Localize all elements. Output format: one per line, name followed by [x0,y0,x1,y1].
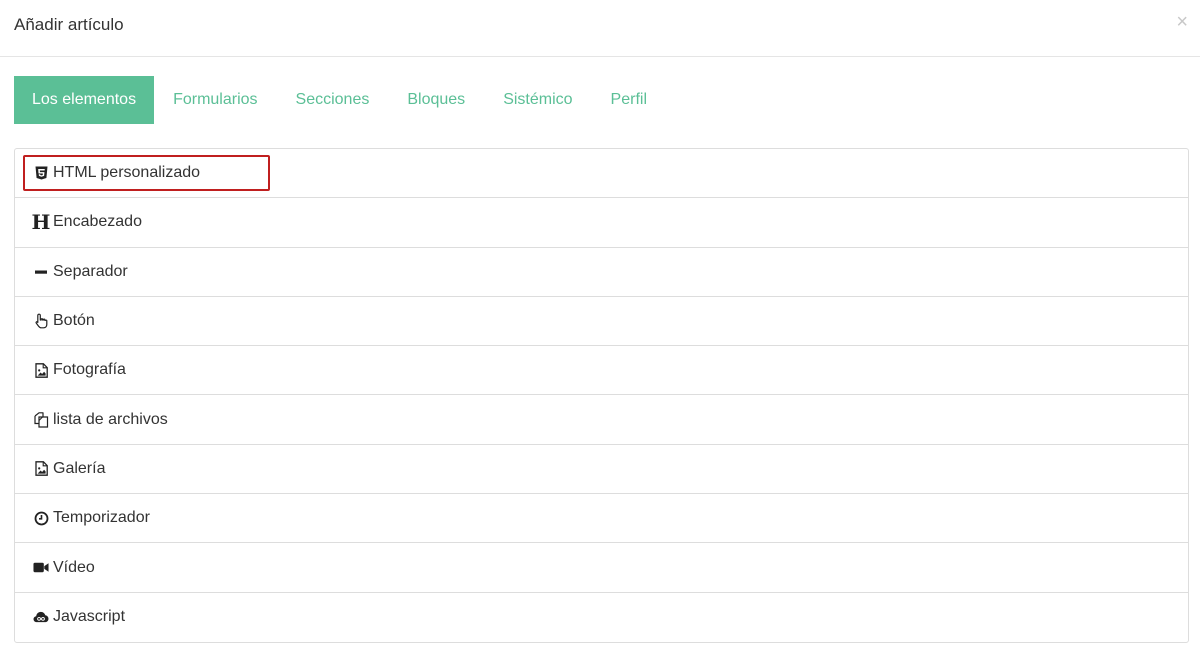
tab-bar: Los elementos Formularios Secciones Bloq… [14,76,666,124]
list-item-label: lista de archivos [53,410,168,428]
list-item-label: Galería [53,459,106,477]
video-camera-icon [33,560,49,576]
modal-header: Añadir artículo × [0,0,1200,57]
list-item-javascript[interactable]: Javascript [15,593,1188,642]
list-item-label: HTML personalizado [53,164,201,182]
list-item-label: Separador [53,262,128,280]
modal-title: Añadir artículo [14,15,124,34]
files-icon [33,411,49,428]
list-item-button[interactable]: Botón [15,297,1188,347]
image-file-icon [33,461,49,477]
close-button[interactable]: × [1176,12,1188,32]
heading-icon: H [31,210,51,235]
hand-pointer-icon [33,313,49,329]
list-item-timer[interactable]: Temporizador [15,494,1188,544]
element-list: HTML personalizado H Encabezado Separado… [14,148,1189,643]
tab-elements[interactable]: Los elementos [14,76,155,124]
minus-icon [33,264,49,280]
list-item-label: Botón [53,312,95,330]
tab-sections[interactable]: Secciones [277,76,389,124]
list-item-label: Temporizador [53,509,150,527]
list-item-gallery[interactable]: Galería [15,445,1188,495]
cloud-icon [33,609,49,625]
list-item-label: Javascript [53,608,126,626]
list-item-label: Encabezado [53,213,142,231]
list-item-file-list[interactable]: lista de archivos [15,395,1188,445]
list-item-photo[interactable]: Fotografía [15,346,1188,396]
list-item-separator[interactable]: Separador [15,248,1188,297]
tab-profile[interactable]: Perfil [592,76,666,124]
list-item-heading[interactable]: H Encabezado [15,198,1188,248]
tab-systemic[interactable]: Sistémico [484,76,591,124]
list-item-custom-html[interactable]: HTML personalizado [15,149,1188,199]
html5-icon [33,165,49,181]
image-file-icon [33,362,49,378]
list-item-label: Vídeo [53,558,95,576]
add-item-modal: Añadir artículo × Los elementos Formular… [0,0,1200,665]
clock-icon [33,510,49,526]
list-item-label: Fotografía [53,361,126,379]
list-item-video[interactable]: Vídeo [15,543,1188,593]
tab-blocks[interactable]: Bloques [388,76,484,124]
tab-forms[interactable]: Formularios [154,76,276,124]
